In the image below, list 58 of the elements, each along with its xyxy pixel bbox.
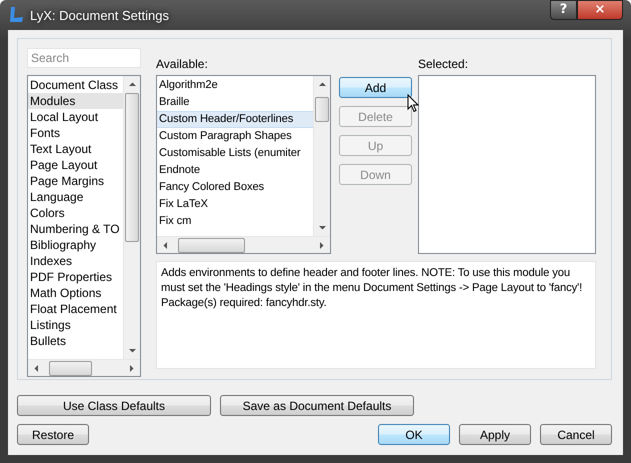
module-item[interactable]: Fancy Colored Boxes [157, 179, 313, 196]
search-field[interactable]: Search [27, 48, 141, 68]
module-item[interactable]: Custom Paragraph Shapes [157, 128, 313, 145]
dialog-button[interactable]: Apply [459, 424, 531, 445]
scrollbar-thumb[interactable] [315, 97, 329, 122]
scroll-down-arrow-icon[interactable] [319, 226, 326, 230]
category-item[interactable]: Language [28, 189, 123, 205]
app-logo-icon [8, 6, 24, 24]
window-title: LyX: Document Settings [30, 8, 169, 22]
category-item[interactable]: Math Options [28, 285, 123, 301]
dialog-button[interactable]: OK [378, 424, 450, 445]
scroll-left-arrow-icon[interactable] [164, 242, 167, 249]
module-item[interactable]: Braille [157, 94, 313, 111]
category-item[interactable]: Float Placement [28, 301, 123, 317]
category-item[interactable]: PDF Properties [28, 269, 123, 285]
close-button[interactable]: × [577, 0, 623, 20]
scroll-down-arrow-icon[interactable] [129, 349, 136, 352]
category-item[interactable]: Modules [28, 93, 123, 109]
module-item[interactable]: Endnote [157, 162, 313, 179]
dialog-button[interactable]: Cancel [540, 424, 612, 445]
vertical-scrollbar[interactable] [123, 76, 140, 359]
defaults-button[interactable]: Use Class Defaults [17, 395, 211, 416]
category-item[interactable]: Colors [28, 205, 123, 221]
category-item[interactable]: Bullets [28, 333, 123, 349]
module-item[interactable]: Fix cm [157, 213, 313, 230]
scrollbar-thumb[interactable] [178, 238, 245, 253]
available-label: Available: [156, 58, 209, 73]
horizontal-scrollbar[interactable] [157, 236, 330, 253]
horizontal-scrollbar[interactable] [28, 359, 140, 376]
scroll-up-arrow-icon[interactable] [129, 82, 136, 86]
scroll-right-arrow-icon[interactable] [130, 365, 134, 372]
selected-label: Selected: [418, 58, 470, 73]
category-item[interactable]: Indexes [28, 253, 123, 269]
mouse-pointer-icon [407, 94, 419, 113]
module-item[interactable]: Algorithm2e [157, 77, 313, 94]
category-item[interactable]: Text Layout [28, 141, 123, 157]
restore-button[interactable]: Restore [17, 424, 89, 445]
module-description: Adds environments to define header and footer lines. NOTE: To use this module you must set the 'Headings style' in the menu Document Settings -> Page Layout to 'fancy'! Package(s) required: fancyhdr.sty. [156, 261, 596, 369]
module-item[interactable]: Customisable Lists (enumiter [157, 145, 313, 162]
scroll-right-arrow-icon[interactable] [320, 242, 324, 249]
scrollbar-thumb[interactable] [125, 93, 139, 242]
module-item[interactable]: Fix LaTeX [157, 196, 313, 213]
module-button[interactable]: Add [339, 77, 412, 98]
category-item[interactable]: Numbering & TO [28, 221, 123, 237]
scroll-left-arrow-icon[interactable] [34, 365, 38, 372]
module-item[interactable]: Custom Header/Footerlines [157, 111, 313, 128]
category-item[interactable]: Fonts [28, 125, 123, 141]
scrollbar-thumb[interactable] [49, 361, 92, 376]
category-item[interactable]: Page Margins [28, 173, 123, 189]
category-item[interactable]: Local Layout [28, 109, 123, 125]
vertical-scrollbar[interactable] [313, 76, 330, 236]
scroll-up-arrow-icon[interactable] [319, 82, 326, 86]
category-item[interactable]: Page Layout [28, 157, 123, 173]
defaults-button[interactable]: Save as Document Defaults [220, 395, 414, 416]
category-item[interactable]: Bibliography [28, 237, 123, 253]
category-item[interactable]: Document Class [28, 77, 123, 93]
help-button[interactable]: ? [550, 0, 577, 20]
category-item[interactable]: Listings [28, 317, 123, 333]
